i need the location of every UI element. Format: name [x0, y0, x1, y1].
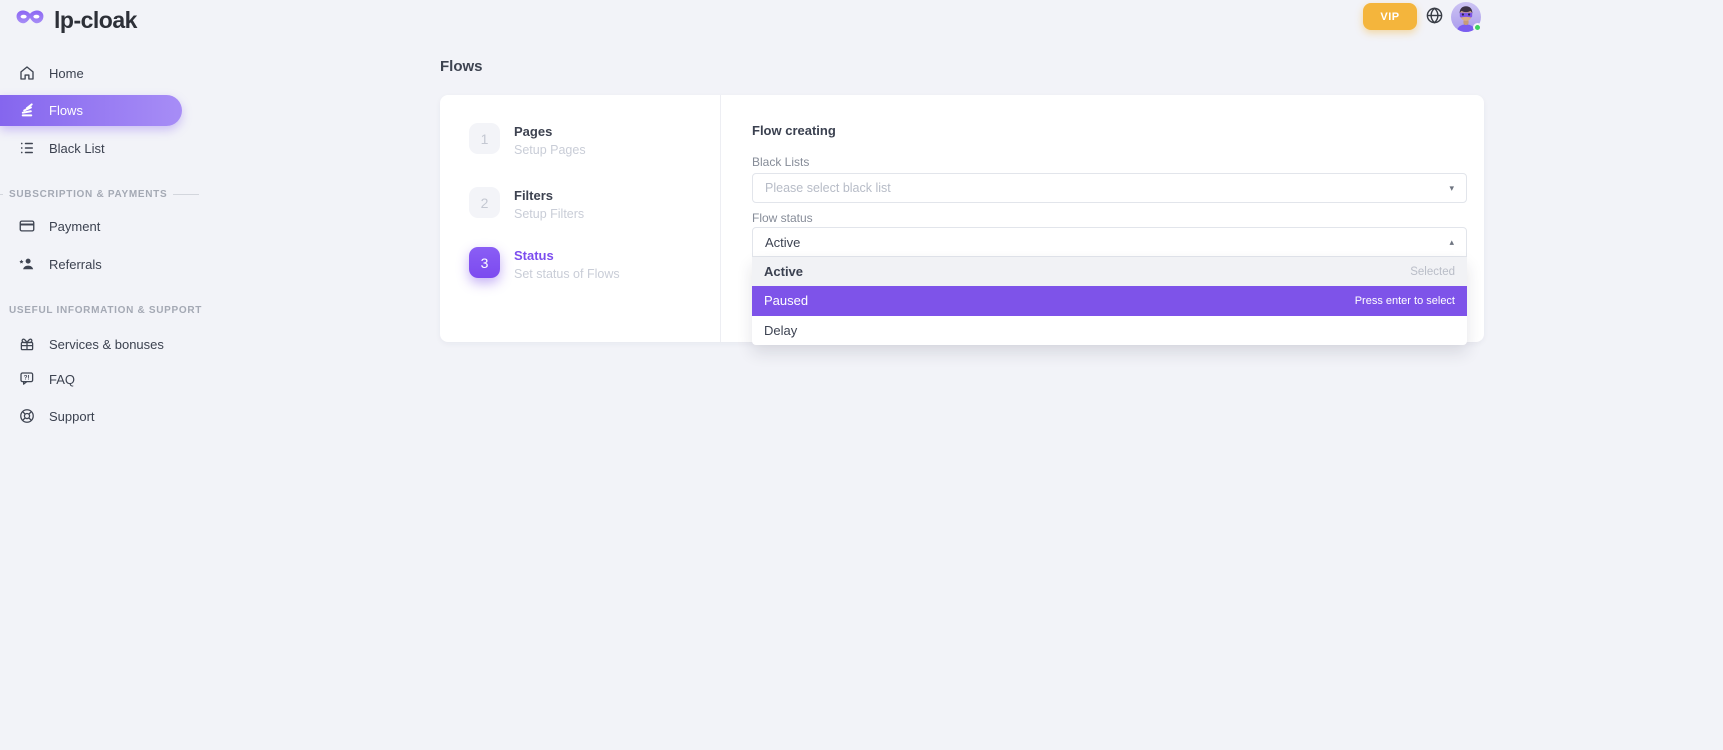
step-number: 2 [469, 187, 500, 218]
credit-card-icon [18, 217, 36, 235]
step-pages[interactable]: 1 Pages Setup Pages [469, 123, 586, 157]
person-star-icon [18, 255, 36, 273]
flow-status-dropdown: Active Selected Paused Press enter to se… [752, 257, 1467, 345]
mask-icon [15, 8, 45, 34]
step-title: Status [514, 247, 620, 263]
option-label: Active [764, 264, 803, 279]
sidebar-item-home[interactable]: Home [0, 57, 210, 89]
option-selected-badge: Selected [1410, 266, 1455, 278]
option-active[interactable]: Active Selected [752, 257, 1467, 286]
step-number: 1 [469, 123, 500, 154]
flow-card: 1 Pages Setup Pages 2 Filters Setup Filt… [440, 95, 1484, 342]
brand-logo[interactable]: lp-cloak [15, 7, 137, 34]
flow-creating-form: Flow creating Black Lists ▾ Flow status … [752, 95, 1467, 342]
option-paused[interactable]: Paused Press enter to select [752, 286, 1467, 315]
language-globe-icon[interactable] [1425, 6, 1444, 25]
sidebar-item-label: Flows [49, 103, 83, 118]
step-status[interactable]: 3 Status Set status of Flows [469, 247, 620, 281]
home-icon [18, 64, 36, 82]
sidebar-item-label: FAQ [49, 372, 75, 387]
list-icon [18, 139, 36, 157]
sidebar-item-support[interactable]: Support [0, 400, 210, 432]
flow-status-select[interactable]: Active ▴ [752, 227, 1467, 257]
sidebar-item-black-list[interactable]: Black List [0, 132, 210, 164]
brand-name: lp-cloak [54, 7, 137, 34]
step-number: 3 [469, 247, 500, 278]
stepper: 1 Pages Setup Pages 2 Filters Setup Filt… [440, 95, 721, 342]
black-lists-input[interactable] [765, 181, 1449, 195]
sidebar-item-label: Black List [49, 141, 105, 156]
sidebar-item-label: Referrals [49, 257, 102, 272]
user-avatar[interactable] [1451, 2, 1481, 32]
sidebar-item-label: Home [49, 66, 84, 81]
app-screen: lp-cloak Home Flows [0, 0, 1723, 750]
chevron-up-icon: ▴ [1449, 238, 1454, 247]
option-hint-badge: Press enter to select [1355, 295, 1455, 307]
sidebar: lp-cloak Home Flows [0, 0, 210, 750]
vip-button[interactable]: VIP [1363, 3, 1417, 30]
sidebar-item-label: Support [49, 409, 95, 424]
sidebar-item-flows[interactable]: Flows [0, 95, 182, 126]
gift-icon [18, 335, 36, 353]
sidebar-item-services[interactable]: Services & bonuses [0, 328, 210, 360]
sidebar-item-label: Payment [49, 219, 100, 234]
page-title: Flows [440, 58, 483, 75]
faq-bubble-icon: ?! [18, 370, 36, 388]
flows-icon [18, 102, 36, 120]
step-filters[interactable]: 2 Filters Setup Filters [469, 187, 584, 221]
online-status-dot [1473, 23, 1482, 32]
option-delay[interactable]: Delay [752, 316, 1467, 345]
chevron-down-icon: ▾ [1449, 184, 1454, 193]
form-title: Flow creating [752, 123, 836, 138]
sidebar-item-faq[interactable]: ?! FAQ [0, 363, 210, 395]
sidebar-item-referrals[interactable]: Referrals [0, 248, 210, 280]
flow-status-label: Flow status [752, 211, 813, 225]
sidebar-item-payment[interactable]: Payment [0, 210, 210, 242]
svg-text:?!: ?! [24, 374, 30, 381]
step-title: Pages [514, 123, 586, 139]
black-lists-select[interactable]: ▾ [752, 173, 1467, 203]
sidebar-item-label: Services & bonuses [49, 337, 164, 352]
step-title: Filters [514, 187, 584, 203]
step-subtitle: Setup Filters [514, 207, 584, 221]
life-buoy-icon [18, 407, 36, 425]
sidebar-section-support: USEFUL INFORMATION & SUPPORT [0, 302, 210, 318]
option-label: Delay [764, 323, 797, 338]
step-subtitle: Setup Pages [514, 143, 586, 157]
sidebar-section-subscription: SUBSCRIPTION & PAYMENTS [0, 186, 210, 202]
step-subtitle: Set status of Flows [514, 267, 620, 281]
option-label: Paused [764, 293, 808, 308]
sidebar-nav: Home Flows [0, 57, 210, 432]
black-lists-label: Black Lists [752, 155, 809, 169]
flow-status-value: Active [765, 235, 1449, 250]
